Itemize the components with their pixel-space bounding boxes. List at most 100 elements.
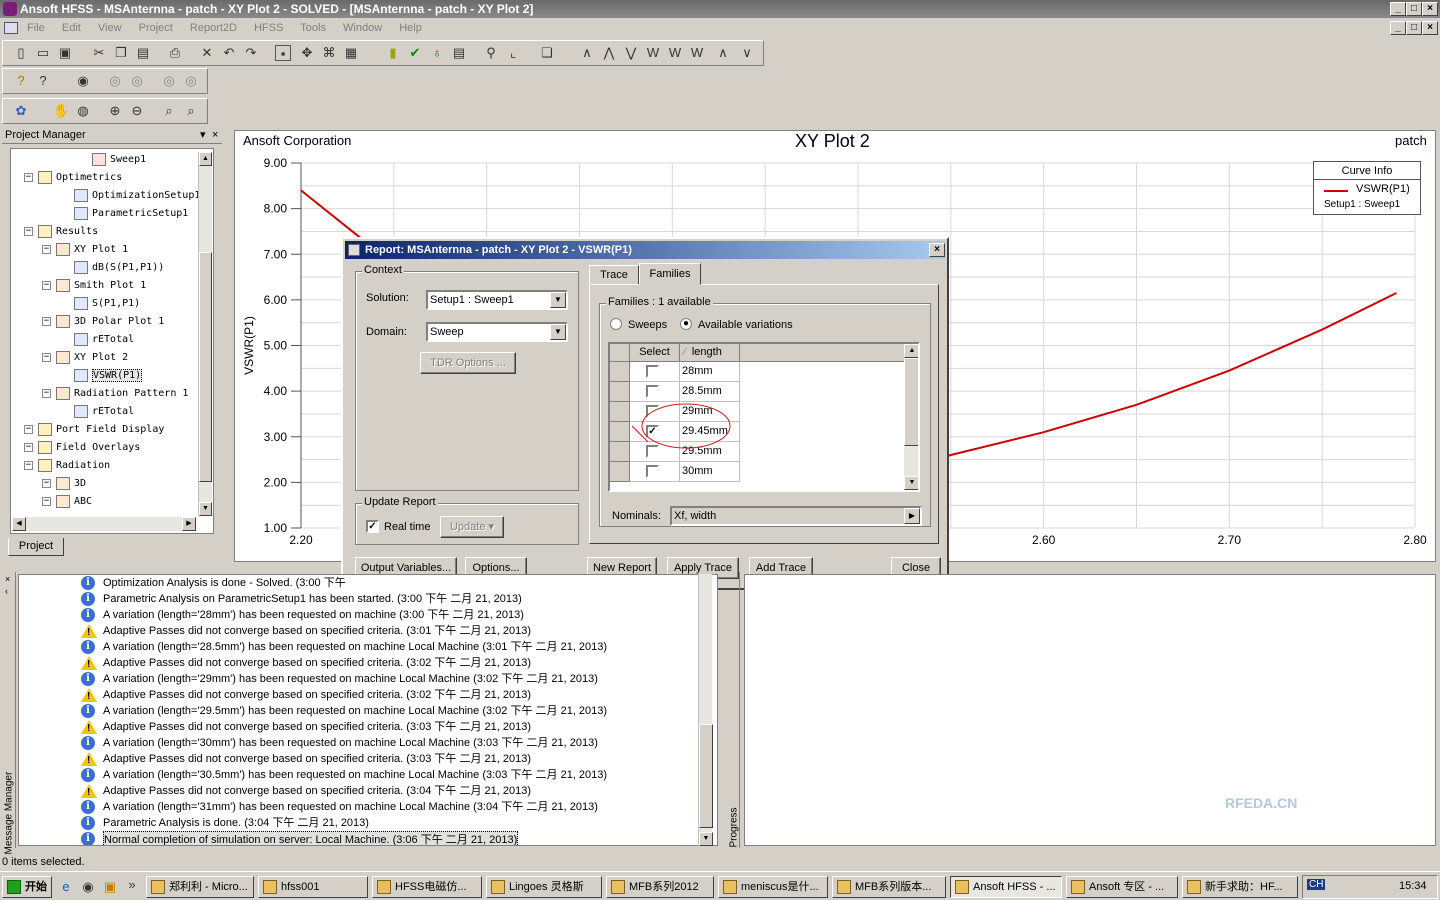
tab-families[interactable]: Families bbox=[639, 263, 701, 285]
tree-node[interactable]: S(P1,P1) bbox=[74, 296, 140, 312]
start-button[interactable]: 开始 bbox=[2, 876, 52, 898]
curve-info-legend[interactable]: Curve Info VSWR(P1) Setup1 : Sweep1 bbox=[1313, 161, 1421, 215]
marker-8-icon[interactable]: ∨ bbox=[739, 45, 755, 61]
marker-4-icon[interactable]: W bbox=[645, 45, 661, 61]
chevron-down-icon[interactable]: ▼ bbox=[550, 292, 566, 308]
collapse-toggle-icon[interactable]: − bbox=[24, 443, 33, 452]
taskbar-item[interactable]: meniscus是什... bbox=[718, 876, 828, 898]
delete-icon[interactable]: ✕ bbox=[199, 45, 215, 61]
undo-icon[interactable]: ↶ bbox=[221, 45, 237, 61]
row-header[interactable] bbox=[610, 362, 630, 382]
pan-icon[interactable]: ✋ bbox=[53, 103, 69, 119]
domain-select[interactable]: Sweep ▼ bbox=[426, 322, 568, 342]
marker-1-icon[interactable]: ∧ bbox=[579, 45, 595, 61]
tree-horizontal-scrollbar[interactable]: ◀ ▶ bbox=[12, 517, 196, 531]
properties-icon[interactable]: ▦ bbox=[343, 45, 359, 61]
collapse-toggle-icon[interactable]: − bbox=[24, 173, 33, 182]
tdr-options-button[interactable]: TDR Options ... bbox=[420, 352, 516, 374]
copy-icon[interactable]: ❐ bbox=[113, 45, 129, 61]
pin-icon[interactable]: ▾ bbox=[200, 128, 206, 142]
col-select-header[interactable]: Select bbox=[630, 344, 680, 362]
validate-icon[interactable]: ▮ bbox=[385, 45, 401, 61]
tree-node[interactable]: − Smith Plot 1 bbox=[42, 278, 146, 294]
print-icon[interactable]: ⎙ bbox=[167, 45, 183, 61]
media-icon[interactable]: ◉ bbox=[80, 879, 96, 895]
tree-node[interactable]: − 3D Polar Plot 1 bbox=[42, 314, 164, 330]
expand-quicklaunch-icon[interactable]: » bbox=[124, 877, 140, 893]
menu-edit[interactable]: Edit bbox=[62, 22, 81, 34]
scroll-right-arrow[interactable]: ▶ bbox=[182, 517, 196, 531]
context-help-icon[interactable]: ? bbox=[35, 73, 51, 89]
message-row[interactable]: i Parametric Analysis on ParametricSetup1… bbox=[19, 591, 699, 607]
maximize-button[interactable]: □ bbox=[1406, 2, 1422, 16]
doc-restore-button[interactable]: □ bbox=[1406, 21, 1422, 35]
menu-report2d[interactable]: Report2D bbox=[190, 22, 237, 34]
tree-node[interactable]: dB(S(P1,P1)) bbox=[74, 260, 164, 276]
cut-icon[interactable]: ✂ bbox=[91, 45, 107, 61]
message-row[interactable]: Adaptive Passes did not converge based o… bbox=[19, 719, 699, 736]
taskbar-item[interactable]: hfss001 bbox=[258, 876, 368, 898]
message-row[interactable]: Adaptive Passes did not converge based o… bbox=[19, 687, 699, 704]
collapse-toggle-icon[interactable]: − bbox=[24, 461, 33, 470]
menu-tools[interactable]: Tools bbox=[300, 22, 326, 34]
menu-window[interactable]: Window bbox=[343, 22, 382, 34]
tree-node[interactable]: − Port Field Display bbox=[24, 422, 164, 438]
tree-node[interactable]: VSWR(P1) bbox=[74, 368, 143, 384]
message-row[interactable]: i Parametric Analysis is done. (3:04 下午 二… bbox=[19, 815, 699, 831]
folder-quicklaunch-icon[interactable]: ▣ bbox=[102, 879, 118, 895]
message-row[interactable]: Adaptive Passes did not converge based o… bbox=[19, 751, 699, 768]
message-scrollbar[interactable]: ▼ bbox=[698, 574, 713, 846]
menu-view[interactable]: View bbox=[98, 22, 122, 34]
collapse-toggle-icon[interactable]: − bbox=[42, 479, 51, 488]
eye-icon[interactable]: ◉ bbox=[75, 73, 91, 89]
move-icon[interactable]: ✥ bbox=[299, 45, 315, 61]
message-scroll-down[interactable]: ▼ bbox=[699, 832, 713, 846]
grid-scroll-thumb[interactable] bbox=[904, 358, 918, 446]
taskbar-item[interactable]: Ansoft HFSS - ... bbox=[950, 876, 1062, 898]
document-icon[interactable] bbox=[4, 22, 18, 35]
grid-scroll-up[interactable]: ▲ bbox=[904, 344, 918, 358]
tree-icon[interactable]: ⌘ bbox=[321, 45, 337, 61]
taskbar-item[interactable]: MFB系列版本... bbox=[832, 876, 946, 898]
sweeps-radio[interactable] bbox=[610, 318, 622, 330]
taskbar-item[interactable]: 新手求助：HF... bbox=[1182, 876, 1298, 898]
tree-node[interactable]: − 3D bbox=[42, 476, 86, 492]
doc-close-button[interactable]: × bbox=[1422, 21, 1438, 35]
message-row[interactable]: Adaptive Passes did not converge based o… bbox=[19, 783, 699, 800]
zoom-report-icon[interactable]: ⚲ bbox=[483, 45, 499, 61]
pane-close-icon[interactable]: × bbox=[5, 574, 10, 584]
message-row[interactable]: Adaptive Passes did not converge based o… bbox=[19, 655, 699, 672]
fit-selection-icon[interactable]: ⌕ bbox=[183, 103, 199, 119]
taskbar-item[interactable]: MFB系列2012 bbox=[606, 876, 714, 898]
message-row[interactable]: i Normal completion of simulation on serv… bbox=[19, 831, 699, 845]
collapse-toggle-icon[interactable]: − bbox=[24, 227, 33, 236]
collapse-toggle-icon[interactable]: − bbox=[42, 389, 51, 398]
menu-project[interactable]: Project bbox=[139, 22, 173, 34]
message-row[interactable]: i A variation (length='29mm') has been re… bbox=[19, 671, 699, 687]
scroll-thumb[interactable] bbox=[199, 252, 212, 482]
hide-all-icon[interactable]: ◎ bbox=[183, 73, 199, 89]
create-report-icon[interactable]: ⌞ bbox=[505, 45, 521, 61]
redo-icon[interactable]: ↷ bbox=[243, 45, 259, 61]
paste-icon[interactable]: ▤ bbox=[135, 45, 151, 61]
menu-hfss[interactable]: HFSS bbox=[254, 22, 283, 34]
pane-pin-icon[interactable]: ‹ bbox=[5, 586, 8, 596]
grid-scroll-down[interactable]: ▼ bbox=[904, 476, 918, 490]
zoom-in-icon[interactable]: ⊕ bbox=[107, 103, 123, 119]
scroll-left-arrow[interactable]: ◀ bbox=[12, 517, 26, 531]
variation-checkbox[interactable] bbox=[646, 385, 659, 398]
orient-icon[interactable]: ✿ bbox=[13, 103, 29, 119]
taskbar-item[interactable]: 郑利利 - Micro... bbox=[146, 876, 254, 898]
taskbar-item[interactable]: HFSS电磁仿... bbox=[372, 876, 482, 898]
fit-all-icon[interactable]: ⌕ bbox=[161, 103, 177, 119]
grid-scrollbar[interactable]: ▲ ▼ bbox=[904, 344, 918, 490]
available-variations-radio[interactable]: ● bbox=[680, 318, 692, 330]
message-row[interactable]: i Optimization Analysis is done - Solved.… bbox=[19, 575, 699, 591]
show-all-icon[interactable]: ◎ bbox=[161, 73, 177, 89]
message-row[interactable]: i A variation (length='28.5mm') has been … bbox=[19, 639, 699, 655]
zoom-out-icon[interactable]: ⊖ bbox=[129, 103, 145, 119]
tree-node[interactable]: − Optimetrics bbox=[24, 170, 122, 186]
col-length-header[interactable]: ⁄ length bbox=[680, 344, 740, 362]
marker-6-icon[interactable]: W bbox=[689, 45, 705, 61]
doc-minimize-button[interactable]: _ bbox=[1390, 21, 1406, 35]
